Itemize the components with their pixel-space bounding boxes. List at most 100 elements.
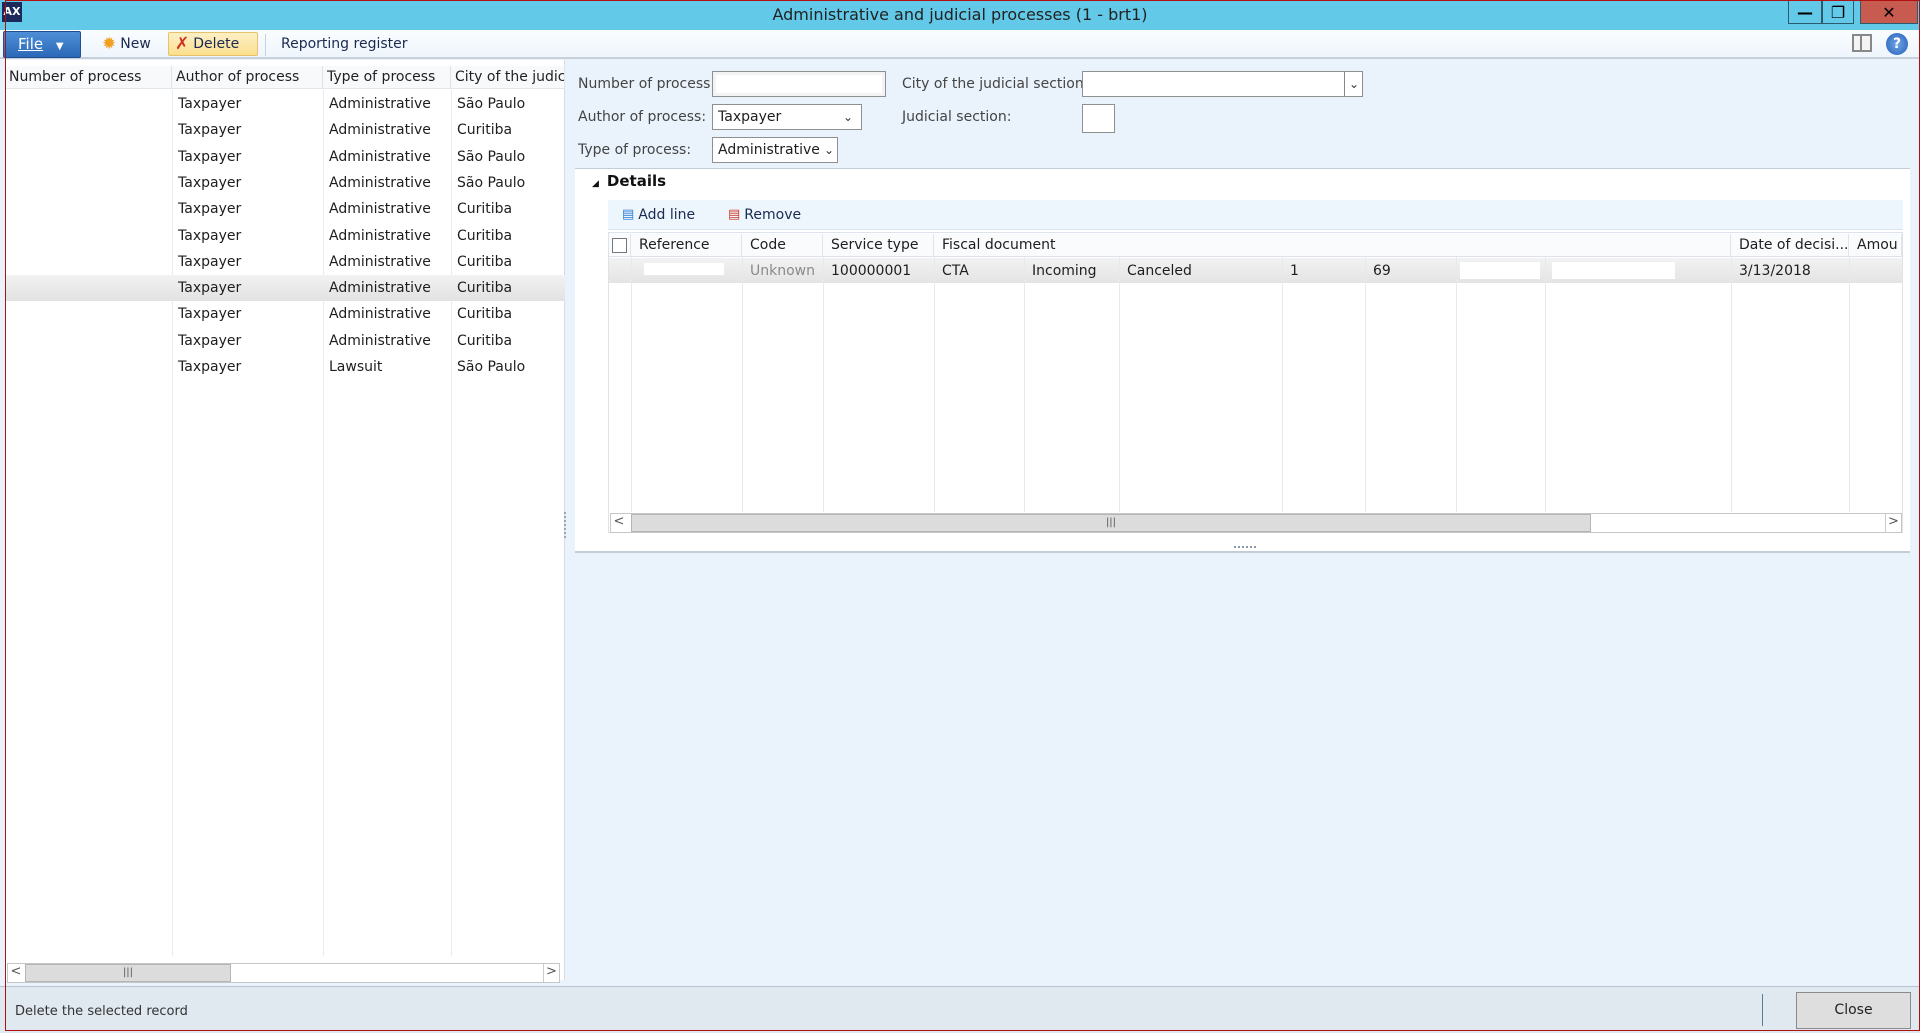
type-dropdown[interactable]: Administrative ⌄ (712, 137, 838, 163)
code-cell[interactable]: Unknown (742, 259, 815, 283)
fiscal-doc-direction-cell[interactable]: Incoming (1024, 259, 1097, 283)
details-toolbar: ▤ Add line ▤ Remove (608, 200, 1903, 230)
column-divider (631, 257, 632, 512)
column-header-type[interactable]: Type of process (323, 66, 451, 89)
list-horizontal-scrollbar[interactable]: < ||| > (7, 963, 560, 983)
scroll-right-icon[interactable]: > (543, 964, 559, 982)
layout-toggle-icon[interactable] (1852, 34, 1872, 52)
list-row[interactable]: Taxpayer Administrative Curitiba (5, 301, 565, 327)
restore-button[interactable]: ❐ (1822, 0, 1854, 24)
column-header-fiscal-document[interactable]: Fiscal document (934, 234, 1731, 257)
column-divider (1731, 257, 1732, 512)
author-dropdown[interactable]: Taxpayer ⌄ (712, 104, 862, 130)
service-type-cell[interactable]: 100000001 (823, 259, 911, 283)
column-header-amount[interactable]: Amou (1849, 234, 1902, 257)
fiscal-doc-status-cell[interactable]: Canceled (1119, 259, 1192, 283)
list-row[interactable]: Taxpayer Administrative Curitiba (5, 328, 565, 354)
city-cell: São Paulo (457, 96, 526, 112)
column-divider (934, 257, 935, 512)
column-header-number[interactable]: Number of process (5, 66, 172, 89)
new-button[interactable]: ✹ New (96, 32, 157, 56)
city-cell: Curitiba (457, 332, 513, 349)
reference-cell-redacted[interactable] (636, 263, 724, 279)
column-divider (1282, 257, 1283, 512)
author-cell: Taxpayer (178, 227, 242, 244)
reporting-register-button[interactable]: Reporting register (275, 32, 414, 56)
scroll-left-icon[interactable]: < (8, 964, 24, 982)
type-cell: Administrative (329, 280, 431, 297)
date-of-decision-cell[interactable]: 3/13/2018 (1731, 259, 1811, 283)
author-cell: Taxpayer (178, 122, 242, 139)
list-row[interactable]: Taxpayer Administrative Curitiba (5, 196, 565, 222)
amount-cell[interactable] (1849, 259, 1857, 283)
list-row[interactable]: Taxpayer Administrative Curitiba (5, 223, 565, 249)
scroll-right-icon[interactable]: > (1885, 514, 1901, 532)
list-row[interactable]: Taxpayer Administrative Curitiba (5, 275, 565, 302)
fiscal-doc-series-cell[interactable]: 1 (1282, 259, 1299, 283)
close-icon: ✕ (1882, 2, 1896, 22)
column-header-city[interactable]: City of the judic (451, 66, 565, 89)
details-horizontal-scrollbar[interactable]: < ||| > (610, 513, 1902, 533)
section-resize-handle[interactable] (1234, 546, 1256, 549)
city-dropdown[interactable]: ⌄ (1082, 71, 1363, 97)
reference-value (644, 263, 724, 275)
column-divider (1365, 257, 1366, 512)
list-row[interactable]: Taxpayer Administrative São Paulo (5, 91, 565, 117)
status-text: Delete the selected record (15, 1004, 188, 1019)
fiscal-doc-redacted-cell[interactable] (1552, 262, 1675, 279)
city-cell: São Paulo (457, 359, 526, 375)
fiscal-doc-model-cell[interactable]: CTA (934, 259, 969, 283)
fiscal-doc-redacted-cell[interactable] (1460, 262, 1540, 279)
author-value: Taxpayer (718, 109, 782, 125)
scrollbar-thumb[interactable]: ||| (631, 514, 1591, 532)
close-button[interactable]: Close (1796, 992, 1911, 1029)
author-cell: Taxpayer (178, 174, 242, 191)
list-row[interactable]: Taxpayer Administrative Curitiba (5, 249, 565, 275)
column-header-reference[interactable]: Reference (631, 234, 742, 257)
close-window-button[interactable]: ✕ (1860, 0, 1918, 24)
title-bar: AX Administrative and judicial processes… (0, 0, 1920, 30)
chevron-down-icon: ⌄ (823, 143, 834, 157)
reporting-label: Reporting register (281, 36, 408, 52)
column-divider (1849, 257, 1850, 512)
file-menu-button[interactable]: File ▼ (3, 31, 81, 58)
scroll-left-icon[interactable]: < (611, 514, 627, 532)
details-header[interactable]: ◢ Details (592, 172, 666, 190)
select-all-checkbox[interactable] (612, 238, 627, 253)
new-label: New (120, 36, 151, 52)
list-row[interactable]: Taxpayer Administrative São Paulo (5, 144, 565, 170)
delete-x-icon: ✗ (175, 34, 190, 54)
minimize-button[interactable]: — (1788, 0, 1822, 24)
type-label: Type of process: (578, 142, 692, 158)
type-cell: Lawsuit (329, 359, 383, 375)
add-line-button[interactable]: ▤ Add line (616, 203, 701, 227)
list-row[interactable]: Taxpayer Administrative São Paulo (5, 170, 565, 196)
column-divider (823, 257, 824, 512)
add-line-label: Add line (638, 207, 696, 223)
column-divider (1024, 257, 1025, 512)
remove-button[interactable]: ▤ Remove (722, 203, 807, 227)
fiscal-doc-number-cell[interactable]: 69 (1365, 259, 1391, 283)
delete-button[interactable]: ✗ Delete (168, 32, 258, 56)
column-header-author[interactable]: Author of process (172, 66, 323, 89)
scrollbar-thumb[interactable]: ||| (25, 964, 231, 982)
remove-label: Remove (744, 207, 802, 223)
city-cell: Curitiba (457, 227, 513, 244)
type-value: Administrative (718, 142, 820, 158)
splitter-handle[interactable] (564, 512, 567, 538)
column-divider (1545, 257, 1546, 512)
judicial-section-input[interactable] (1082, 104, 1115, 133)
toolbar-separator (265, 34, 266, 56)
help-icon[interactable]: ? (1886, 33, 1908, 55)
list-row[interactable]: Taxpayer Lawsuit São Paulo (5, 354, 565, 380)
list-row[interactable]: Taxpayer Administrative Curitiba (5, 117, 565, 143)
city-cell: Curitiba (457, 122, 513, 139)
status-bar (0, 986, 1920, 1033)
column-header-code[interactable]: Code (742, 234, 823, 257)
number-of-process-input[interactable] (712, 71, 886, 97)
column-header-service-type[interactable]: Service type (823, 234, 934, 257)
column-header-date-of-decision[interactable]: Date of decisi... (1731, 234, 1849, 257)
new-star-icon: ✹ (102, 34, 117, 54)
restore-icon: ❐ (1830, 2, 1846, 22)
chevron-down-icon: ▼ (55, 41, 64, 52)
